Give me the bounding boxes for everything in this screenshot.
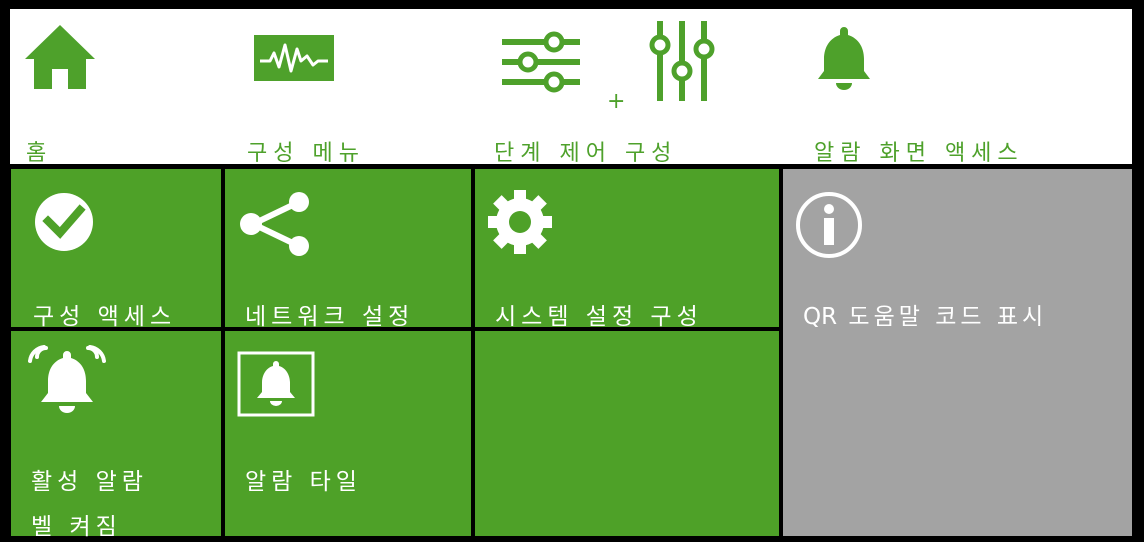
share-icon xyxy=(240,192,309,256)
info-icon xyxy=(796,192,862,258)
bell-icon xyxy=(818,27,870,90)
tile-network-settings[interactable]: 네트워크 설정 xyxy=(225,169,471,330)
app-window: 홈 구성 메뉴 + 단계 제어 구성 알람 화면 액세스 구성 액세스 네트워크… xyxy=(0,0,1144,542)
tile-active-alarm-line2: 벨 켜짐 xyxy=(31,514,122,540)
nav-home-label: 홈 xyxy=(26,141,53,166)
tile-active-alarm-line1: 활성 알람 xyxy=(31,469,148,495)
gear-icon xyxy=(488,190,552,254)
tile-system-settings[interactable]: 시스템 설정 구성 xyxy=(475,169,779,330)
clock-check-icon xyxy=(35,193,93,251)
nav-config-menu-label: 구성 메뉴 xyxy=(247,141,365,166)
tile-qr-help-label: QR 도움말 코드 표시 xyxy=(803,297,1047,331)
tile-system-settings-label: 시스템 설정 구성 xyxy=(495,304,703,330)
vertical-sliders-icon xyxy=(649,21,715,101)
plus-sign: + xyxy=(607,89,626,114)
tile-alarm-tile-label: 알람 타일 xyxy=(245,469,362,495)
qr-prefix: QR xyxy=(803,304,838,330)
ringing-bell-icon xyxy=(28,345,106,413)
waveform-icon xyxy=(254,35,334,81)
tile-config-access[interactable]: 구성 액세스 xyxy=(11,169,221,330)
nav-alarm-screen-label: 알람 화면 액세스 xyxy=(814,141,1024,166)
framed-bell-icon xyxy=(237,351,315,417)
tile-qr-help[interactable]: QR 도움말 코드 표시 xyxy=(783,169,1132,536)
top-nav-bar: 홈 구성 메뉴 + 단계 제어 구성 알람 화면 액세스 xyxy=(10,9,1132,166)
home-icon xyxy=(25,25,95,89)
tile-alarm-tile[interactable]: 알람 타일 xyxy=(225,331,471,536)
nav-step-control-label: 단계 제어 구성 xyxy=(494,141,678,166)
nav-step-control[interactable]: + 단계 제어 구성 xyxy=(490,9,800,166)
tile-network-settings-label: 네트워크 설정 xyxy=(245,304,415,330)
qr-help-text: 도움말 코드 표시 xyxy=(848,304,1048,330)
sliders-icon xyxy=(502,31,580,93)
tile-config-access-label: 구성 액세스 xyxy=(33,304,177,330)
nav-config-menu[interactable]: 구성 메뉴 xyxy=(235,9,490,166)
tile-empty xyxy=(475,331,779,536)
nav-alarm-screen[interactable]: 알람 화면 액세스 xyxy=(800,9,1132,166)
nav-home[interactable]: 홈 xyxy=(10,9,235,166)
tile-active-alarm[interactable]: 활성 알람 벨 켜짐 xyxy=(11,331,221,540)
